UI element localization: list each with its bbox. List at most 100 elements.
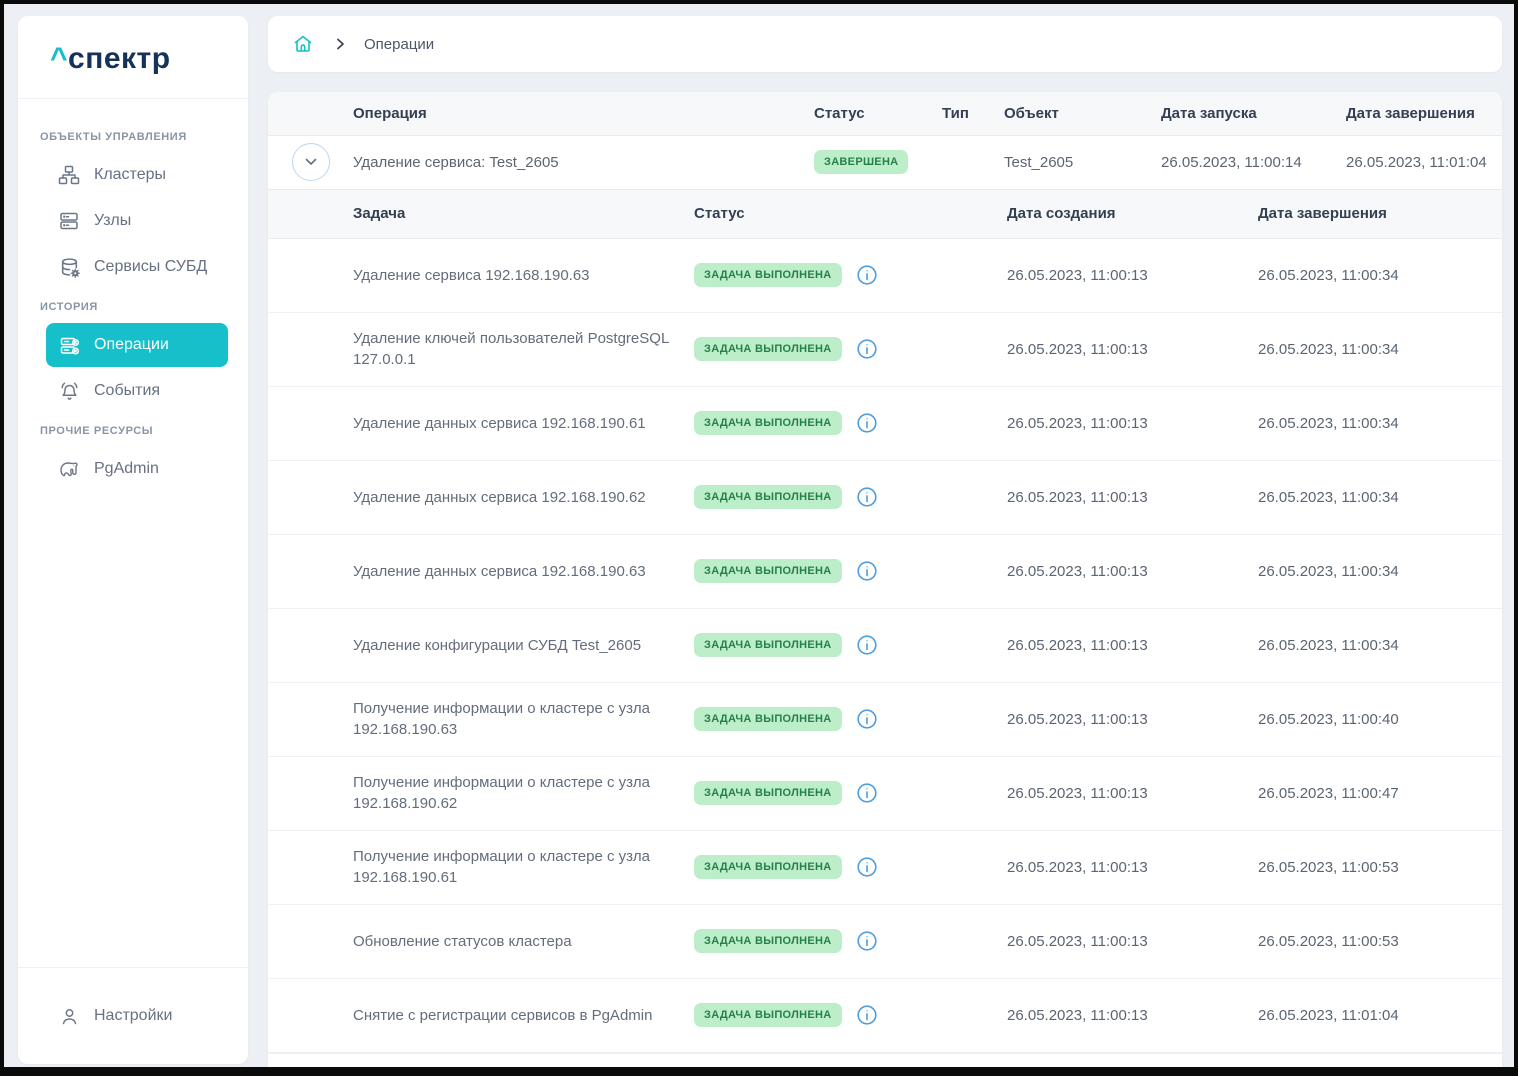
- sidebar-nav: ОБЪЕКТЫ УПРАВЛЕНИЯ Кластеры Узлы Сервисы…: [18, 99, 248, 493]
- chevron-down-icon: [301, 152, 321, 172]
- task-status-badge: ЗАДАЧА ВЫПОЛНЕНА: [694, 781, 842, 805]
- logo: ^спектр: [18, 16, 248, 99]
- task-created-date: 26.05.2023, 11:00:13: [1007, 785, 1258, 802]
- sidebar-item-nodes[interactable]: Узлы: [46, 199, 228, 243]
- task-name: Получение информации о кластере с узла 1…: [353, 772, 683, 814]
- task-created-date: 26.05.2023, 11:00:13: [1007, 341, 1258, 358]
- task-finished-date: 26.05.2023, 11:00:34: [1258, 267, 1502, 284]
- sidebar-item-settings[interactable]: Настройки: [46, 994, 228, 1038]
- task-name: Получение информации о кластере с узла 1…: [353, 698, 683, 740]
- info-icon[interactable]: [856, 560, 878, 582]
- task-created-date: 26.05.2023, 11:00:13: [1007, 637, 1258, 654]
- sidebar-item-label: Сервисы СУБД: [94, 258, 207, 276]
- task-created-date: 26.05.2023, 11:00:13: [1007, 1007, 1258, 1024]
- operation-end-date: 26.05.2023, 11:01:04: [1346, 154, 1502, 171]
- task-created-date: 26.05.2023, 11:00:13: [1007, 711, 1258, 728]
- table-row: Удаление данных сервиса 192.168.190.62 З…: [268, 461, 1502, 535]
- task-finished-date: 26.05.2023, 11:00:47: [1258, 785, 1502, 802]
- task-created-date: 26.05.2023, 11:00:13: [1007, 415, 1258, 432]
- sidebar-item-events[interactable]: События: [46, 369, 228, 413]
- operations-icon: [58, 334, 80, 356]
- table-row: Получение информации о кластере с узла 1…: [268, 831, 1502, 905]
- col-header-finished-date: Дата завершения: [1258, 205, 1502, 222]
- col-header-start-date: Дата запуска: [1161, 105, 1346, 122]
- task-status-badge: ЗАДАЧА ВЫПОЛНЕНА: [694, 633, 842, 657]
- info-icon[interactable]: [856, 708, 878, 730]
- next-row-sliver: [268, 1053, 1502, 1067]
- task-finished-date: 26.05.2023, 11:01:04: [1258, 1007, 1502, 1024]
- task-name: Обновление статусов кластера: [353, 931, 683, 952]
- sidebar-item-operations[interactable]: Операции: [46, 323, 228, 367]
- sidebar-item-label: PgAdmin: [94, 460, 159, 478]
- task-created-date: 26.05.2023, 11:00:13: [1007, 933, 1258, 950]
- info-icon[interactable]: [856, 634, 878, 656]
- col-header-operation: Операция: [353, 105, 814, 122]
- sidebar-item-label: События: [94, 382, 160, 400]
- task-finished-date: 26.05.2023, 11:00:53: [1258, 859, 1502, 876]
- col-header-created-date: Дата создания: [1007, 205, 1258, 222]
- operations-table: Операция Статус Тип Объект Дата запуска …: [268, 92, 1502, 1067]
- events-bell-icon: [58, 380, 80, 402]
- nodes-icon: [58, 210, 80, 232]
- info-icon[interactable]: [856, 264, 878, 286]
- task-name: Снятие с регистрации сервисов в PgAdmin: [353, 1005, 683, 1026]
- task-finished-date: 26.05.2023, 11:00:34: [1258, 637, 1502, 654]
- home-icon[interactable]: [292, 32, 316, 56]
- sidebar-item-label: Настройки: [94, 1007, 172, 1025]
- sidebar-item-db-services[interactable]: Сервисы СУБД: [46, 245, 228, 289]
- info-icon[interactable]: [856, 338, 878, 360]
- task-status-badge: ЗАДАЧА ВЫПОЛНЕНА: [694, 929, 842, 953]
- task-name: Удаление данных сервиса 192.168.190.63: [353, 561, 683, 582]
- table-row: Удаление данных сервиса 192.168.190.63 З…: [268, 535, 1502, 609]
- sidebar-footer: Настройки: [18, 967, 248, 1064]
- collapse-operation-button[interactable]: [292, 143, 330, 181]
- section-title-objects: ОБЪЕКТЫ УПРАВЛЕНИЯ: [30, 121, 236, 151]
- task-created-date: 26.05.2023, 11:00:13: [1007, 859, 1258, 876]
- task-status-badge: ЗАДАЧА ВЫПОЛНЕНА: [694, 485, 842, 509]
- logo-caret: ^: [50, 42, 68, 75]
- info-icon[interactable]: [856, 856, 878, 878]
- chevron-right-icon: [332, 36, 348, 52]
- operation-row: Удаление сервиса: Test_2605 ЗАВЕРШЕНА Te…: [268, 136, 1502, 190]
- sidebar: ^спектр ОБЪЕКТЫ УПРАВЛЕНИЯ Кластеры Узлы…: [18, 16, 248, 1064]
- info-icon[interactable]: [856, 1004, 878, 1026]
- task-created-date: 26.05.2023, 11:00:13: [1007, 267, 1258, 284]
- task-finished-date: 26.05.2023, 11:00:34: [1258, 415, 1502, 432]
- pgadmin-elephant-icon: [58, 458, 80, 480]
- breadcrumb: Операции: [268, 16, 1502, 72]
- sidebar-item-label: Узлы: [94, 212, 131, 230]
- task-status-badge: ЗАДАЧА ВЫПОЛНЕНА: [694, 411, 842, 435]
- table-row: Удаление данных сервиса 192.168.190.61 З…: [268, 387, 1502, 461]
- task-finished-date: 26.05.2023, 11:00:34: [1258, 341, 1502, 358]
- task-finished-date: 26.05.2023, 11:00:34: [1258, 563, 1502, 580]
- col-header-object: Объект: [1004, 105, 1161, 122]
- task-finished-date: 26.05.2023, 11:00:53: [1258, 933, 1502, 950]
- task-finished-date: 26.05.2023, 11:00:34: [1258, 489, 1502, 506]
- table-row: Обновление статусов кластера ЗАДАЧА ВЫПО…: [268, 905, 1502, 979]
- col-header-end-date: Дата завершения: [1346, 105, 1502, 122]
- task-created-date: 26.05.2023, 11:00:13: [1007, 563, 1258, 580]
- info-icon[interactable]: [856, 782, 878, 804]
- sidebar-item-pgadmin[interactable]: PgAdmin: [46, 447, 228, 491]
- task-name: Удаление сервиса 192.168.190.63: [353, 265, 683, 286]
- table-row: Получение информации о кластере с узла 1…: [268, 683, 1502, 757]
- info-icon[interactable]: [856, 412, 878, 434]
- sidebar-item-label: Кластеры: [94, 166, 166, 184]
- clusters-icon: [58, 164, 80, 186]
- breadcrumb-current-page: Операции: [364, 36, 434, 53]
- table-row: Удаление сервиса 192.168.190.63 ЗАДАЧА В…: [268, 239, 1502, 313]
- main-content: Операции Операция Статус Тип Объект Дата…: [268, 16, 1502, 1067]
- user-icon: [58, 1005, 80, 1027]
- task-status-badge: ЗАДАЧА ВЫПОЛНЕНА: [694, 559, 842, 583]
- tasks-header-row: Задача Статус Дата создания Дата заверше…: [268, 190, 1502, 239]
- operation-status-badge: ЗАВЕРШЕНА: [814, 150, 908, 174]
- task-name: Удаление данных сервиса 192.168.190.62: [353, 487, 683, 508]
- col-header-task-status: Статус: [694, 205, 1007, 222]
- info-icon[interactable]: [856, 486, 878, 508]
- operation-name: Удаление сервиса: Test_2605: [353, 154, 814, 171]
- app-window: ^спектр ОБЪЕКТЫ УПРАВЛЕНИЯ Кластеры Узлы…: [0, 0, 1518, 1076]
- table-row: Снятие с регистрации сервисов в PgAdmin …: [268, 979, 1502, 1053]
- info-icon[interactable]: [856, 930, 878, 952]
- sidebar-item-clusters[interactable]: Кластеры: [46, 153, 228, 197]
- task-name: Удаление данных сервиса 192.168.190.61: [353, 413, 683, 434]
